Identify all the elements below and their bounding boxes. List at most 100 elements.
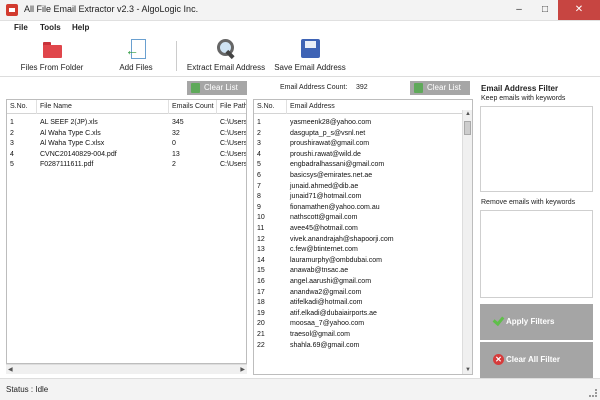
table-row[interactable]: 11 avee45@hotmail.com: [254, 224, 472, 234]
table-row[interactable]: 10 nathscott@gmail.com: [254, 213, 472, 223]
cell-email-address: fionamathen@yahoo.com.au: [290, 203, 380, 211]
cell-file-name: Al Waha Type C.xlsx: [40, 140, 105, 148]
cell-sno: 1: [10, 119, 14, 126]
emails-vertical-scrollbar[interactable]: ▲ ▼: [462, 110, 472, 374]
menu-bar: File Tools Help: [0, 21, 600, 35]
table-row[interactable]: 6 basicsys@emirates.net.ae: [254, 171, 472, 181]
table-row[interactable]: 18 atifelkadi@hotmail.com: [254, 298, 472, 308]
column-header-file-path[interactable]: File Path: [217, 100, 246, 114]
cell-email-address: dasgupta_p_s@vsnl.net: [290, 129, 366, 137]
keep-keywords-input[interactable]: [480, 106, 593, 192]
cell-email-address: atifelkadi@hotmail.com: [290, 299, 363, 307]
toolbar-separator: [176, 41, 177, 71]
remove-keywords-input[interactable]: [480, 210, 593, 298]
scroll-right-icon[interactable]: ▶: [240, 366, 245, 373]
keep-keywords-label: Keep emails with keywords: [481, 95, 566, 102]
cell-email-address: anandwa2@gmail.com: [290, 288, 362, 296]
toolbar: Files From Folder Add Files Extract Emai…: [0, 35, 600, 77]
table-row[interactable]: 4 proushi.rawat@wild.de: [254, 150, 472, 160]
table-row[interactable]: 22 shahla.69@gmail.com: [254, 341, 472, 351]
cell-file-path: C:\Users: [220, 119, 247, 126]
table-row[interactable]: 2 dasgupta_p_s@vsnl.net: [254, 129, 472, 139]
table-row[interactable]: 1 AL SEEF 2(JP).xls 345 C:\Users: [7, 118, 246, 128]
cell-sno: 7: [257, 182, 261, 190]
cell-file-name: CVNC20140829-004.pdf: [40, 150, 117, 158]
table-row[interactable]: 20 moosaa_7@yahoo.com: [254, 319, 472, 329]
column-header-email-address[interactable]: Email Address: [287, 100, 462, 114]
cell-sno: 19: [257, 309, 265, 317]
clear-files-button[interactable]: Clear List: [187, 81, 247, 95]
table-row[interactable]: 19 atif.elkadi@dubaiairports.ae: [254, 309, 472, 319]
resize-grip-icon[interactable]: [589, 389, 597, 397]
extract-email-label: Extract Email Address: [186, 63, 266, 72]
table-row[interactable]: 15 anawab@tnsac.ae: [254, 266, 472, 276]
column-header-emails-count[interactable]: Emails Count: [169, 100, 217, 114]
files-from-folder-button[interactable]: Files From Folder: [20, 38, 84, 72]
cell-sno: 15: [257, 267, 265, 275]
cell-sno: 2: [10, 129, 14, 137]
column-header-file-name[interactable]: File Name: [37, 100, 169, 114]
table-row[interactable]: 1 yasmeenk28@yahoo.com: [254, 118, 472, 128]
table-row[interactable]: 14 lauramurphy@ombdubai.com: [254, 256, 472, 266]
save-email-button[interactable]: Save Email Address: [274, 38, 346, 72]
cell-sno: 16: [257, 278, 265, 285]
table-row[interactable]: 17 anandwa2@gmail.com: [254, 288, 472, 298]
maximize-button[interactable]: □: [532, 0, 558, 20]
email-count-value: 392: [356, 84, 368, 91]
cell-email-address: moosaa_7@yahoo.com: [290, 320, 365, 328]
scroll-left-icon[interactable]: ◀: [8, 366, 13, 373]
table-row[interactable]: 2 Al Waha Type C.xls 32 C:\Users: [7, 129, 246, 139]
table-row[interactable]: 4 CVNC20140829-004.pdf 13 C:\Users: [7, 150, 246, 160]
clear-emails-button[interactable]: Clear List: [410, 81, 470, 95]
cell-emails-count: 13: [172, 150, 180, 158]
add-file-icon: [125, 38, 147, 60]
cell-sno: 1: [257, 119, 261, 126]
scroll-up-icon[interactable]: ▲: [465, 111, 471, 117]
cell-file-name: Al Waha Type C.xls: [40, 129, 101, 137]
save-email-label: Save Email Address: [274, 63, 346, 72]
extract-email-button[interactable]: Extract Email Address: [186, 38, 266, 72]
menu-help[interactable]: Help: [72, 23, 89, 32]
cell-file-name: AL SEEF 2(JP).xls: [40, 119, 98, 126]
cell-email-address: nathscott@gmail.com: [290, 214, 358, 222]
table-row[interactable]: 3 proushirawat@gmail.com: [254, 139, 472, 149]
cell-sno: 11: [257, 225, 265, 232]
cell-email-address: traesol@gmail.com: [290, 331, 351, 338]
table-row[interactable]: 12 vivek.anandrajah@shapoorji.com: [254, 235, 472, 245]
table-row[interactable]: 3 Al Waha Type C.xlsx 0 C:\Users: [7, 139, 246, 149]
table-row[interactable]: 5 engbadralhassani@gmail.com: [254, 160, 472, 170]
files-horizontal-scrollbar[interactable]: ◀ ▶: [6, 364, 247, 374]
clear-files-label: Clear List: [204, 83, 238, 92]
table-row[interactable]: 13 c.few@btinternet.com: [254, 245, 472, 255]
cell-emails-count: 2: [172, 161, 176, 169]
table-row[interactable]: 21 traesol@gmail.com: [254, 330, 472, 340]
minimize-button[interactable]: –: [506, 0, 532, 20]
emails-table[interactable]: S.No. Email Address 1 yasmeenk28@yahoo.co…: [253, 99, 473, 375]
table-row[interactable]: 16 angel.aarushi@gmail.com: [254, 277, 472, 287]
menu-file[interactable]: File: [14, 23, 28, 32]
close-button[interactable]: ✕: [558, 0, 600, 20]
table-row[interactable]: 9 fionamathen@yahoo.com.au: [254, 203, 472, 213]
cell-file-path: C:\Users: [220, 161, 247, 169]
clear-all-filter-button[interactable]: ✕ Clear All Filter: [480, 342, 593, 378]
apply-filters-button[interactable]: Apply Filters: [480, 304, 593, 340]
scroll-down-icon[interactable]: ▼: [465, 367, 471, 373]
cell-sno: 14: [257, 256, 265, 264]
table-row[interactable]: 8 junaid71@hotmail.com: [254, 192, 472, 202]
column-header-sno[interactable]: S.No.: [7, 100, 37, 114]
cell-emails-count: 32: [172, 129, 180, 137]
table-row[interactable]: 7 junaid.ahmed@dib.ae: [254, 182, 472, 192]
table-row[interactable]: 5 F0287111611.pdf 2 C:\Users: [7, 160, 246, 170]
add-files-button[interactable]: Add Files: [114, 38, 158, 72]
cell-emails-count: 345: [172, 119, 184, 126]
cell-file-path: C:\Users: [220, 129, 247, 137]
column-header-sno[interactable]: S.No.: [254, 100, 287, 114]
emails-table-header: S.No. Email Address: [254, 100, 472, 114]
filter-title: Email Address Filter: [481, 84, 559, 93]
files-table[interactable]: S.No. File Name Emails Count File Path 1…: [6, 99, 247, 364]
scroll-thumb[interactable]: [464, 121, 471, 135]
menu-tools[interactable]: Tools: [40, 23, 61, 32]
cell-file-name: F0287111611.pdf: [40, 161, 94, 169]
cell-email-address: shahla.69@gmail.com: [290, 341, 360, 349]
cell-email-address: proushirawat@gmail.com: [290, 140, 370, 148]
